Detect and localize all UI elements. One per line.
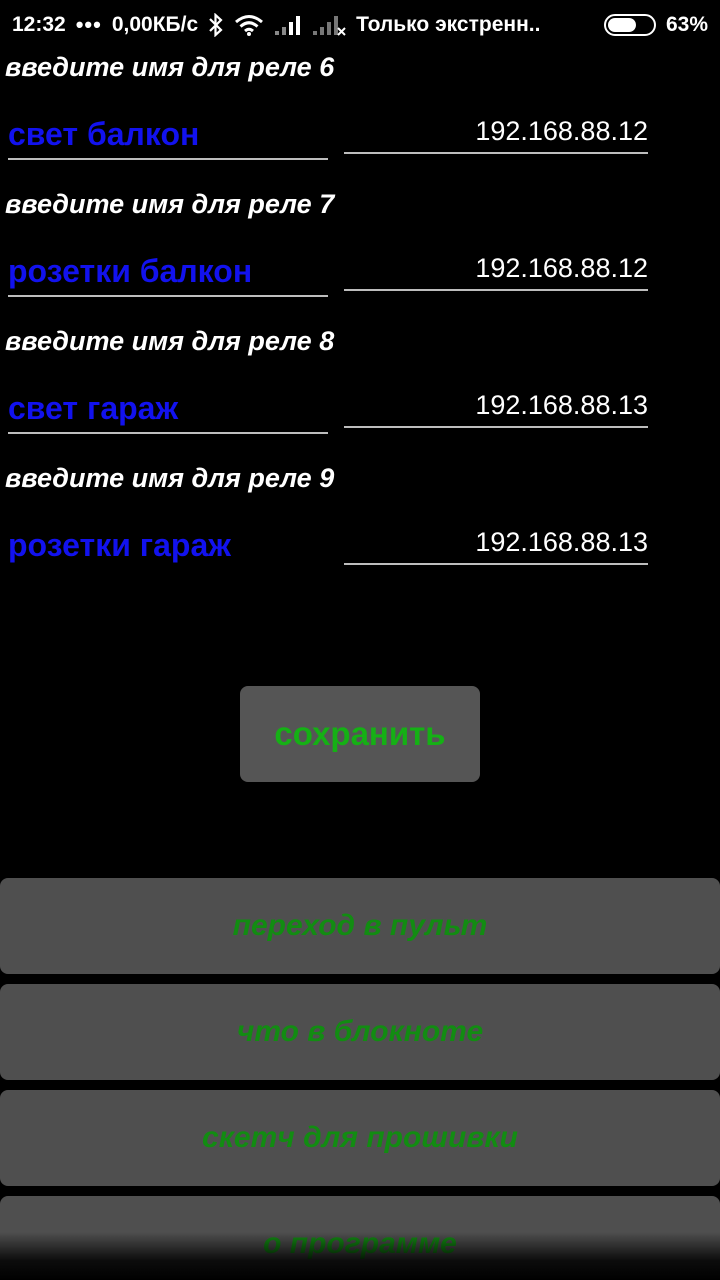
save-button[interactable]: сохранить xyxy=(240,686,480,782)
relay-8-label: введите имя для реле 8 xyxy=(5,326,335,356)
notification-dots: ••• xyxy=(75,12,102,37)
go-to-remote-button[interactable]: переход в пульт xyxy=(0,878,720,974)
firmware-sketch-button[interactable]: скетч для прошивки xyxy=(0,1090,720,1186)
relay-7-ip-input[interactable]: 192.168.88.12 xyxy=(344,249,648,291)
relay-8-name-input[interactable]: свет гараж xyxy=(8,388,328,434)
network-speed: 0,00КБ/с xyxy=(111,13,199,36)
bottom-fade-overlay xyxy=(0,1232,720,1280)
status-bar: 12:32 ••• 0,00КБ/с Только экстренн.. 63% xyxy=(0,0,720,50)
battery-fill xyxy=(607,18,636,32)
settings-screen: 12:32 ••• 0,00КБ/с Только экстренн.. 63%… xyxy=(0,0,720,1280)
relay-7-name-input[interactable]: розетки балкон xyxy=(8,251,328,297)
status-time: 12:32 xyxy=(12,13,66,36)
relay-6-name-input[interactable]: свет балкон xyxy=(8,114,328,160)
signal-icon-sim2-no-service xyxy=(312,14,346,36)
bluetooth-icon xyxy=(208,13,224,37)
relay-8-ip-input[interactable]: 192.168.88.13 xyxy=(344,386,648,428)
relay-9-ip-input[interactable]: 192.168.88.13 xyxy=(344,523,648,565)
notepad-button[interactable]: что в блокноте xyxy=(0,984,720,1080)
battery-percent: 63% xyxy=(665,13,708,36)
carrier-text: Только экстренн.. xyxy=(356,13,541,36)
relay-6-ip-input[interactable]: 192.168.88.12 xyxy=(344,112,648,154)
relay-9-name-input[interactable]: розетки гараж xyxy=(8,525,328,571)
relay-9-label: введите имя для реле 9 xyxy=(5,463,335,493)
wifi-icon xyxy=(234,14,264,36)
relay-6-label: введите имя для реле 6 xyxy=(5,52,335,82)
relay-7-label: введите имя для реле 7 xyxy=(5,189,335,219)
signal-icon-sim1 xyxy=(274,14,302,36)
battery-icon xyxy=(603,14,656,36)
